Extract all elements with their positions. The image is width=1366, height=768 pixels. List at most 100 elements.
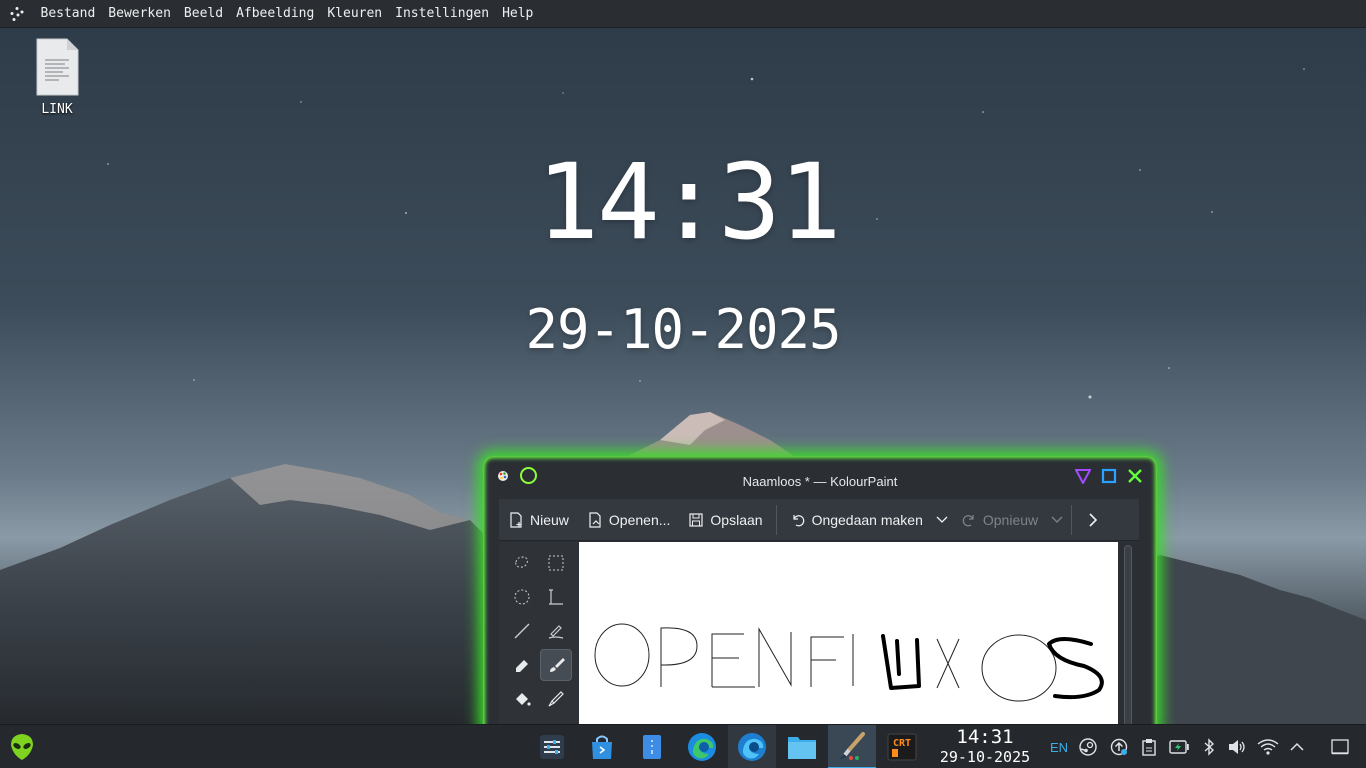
save-label: Opslaan <box>710 511 763 528</box>
lasso-icon <box>515 556 528 568</box>
menu-bestand[interactable]: Bestand <box>34 0 102 28</box>
brush-tool[interactable] <box>540 649 572 681</box>
canvas-drawing <box>594 623 1104 702</box>
desktop-icon-label: LINK <box>41 102 73 117</box>
taskbar-document-viewer[interactable] <box>628 725 676 768</box>
volume-tray-button[interactable] <box>1224 725 1250 768</box>
tool-box <box>499 542 579 733</box>
kolourpaint-window: Naamloos * — KolourPaint Nieuw Openen...… <box>490 463 1150 733</box>
menu-bewerken[interactable]: Bewerken <box>102 0 178 28</box>
clock-time: 14:31 <box>536 141 841 263</box>
expand-tray-button[interactable] <box>1284 725 1310 768</box>
clipboard-tray-button[interactable] <box>1136 725 1162 768</box>
steam-icon <box>1079 738 1097 756</box>
minimize-button[interactable] <box>1074 467 1091 484</box>
flood-fill-tool[interactable] <box>507 684 537 714</box>
menu-instellingen[interactable]: Instellingen <box>389 0 496 28</box>
redo-dropdown[interactable] <box>1047 499 1067 541</box>
save-icon <box>689 512 704 527</box>
network-tray-button[interactable] <box>1255 725 1281 768</box>
drawing-canvas[interactable] <box>579 542 1118 733</box>
elliptical-select-tool[interactable] <box>507 582 537 612</box>
save-button[interactable]: Opslaan <box>679 499 771 541</box>
text-document-icon <box>35 38 79 96</box>
svg-text:CRT: CRT <box>893 738 911 749</box>
keyboard-layout-indicator[interactable]: EN <box>1046 725 1072 768</box>
settings-sliders-icon <box>540 735 564 759</box>
text-cursor-icon <box>549 589 563 605</box>
redo-button[interactable]: Opnieuw <box>952 499 1047 541</box>
color-picker-tool[interactable] <box>541 684 571 714</box>
maximize-icon <box>1101 468 1116 483</box>
application-launcher-button[interactable] <box>0 725 44 768</box>
taskbar-edge-beta-browser[interactable] <box>728 725 776 768</box>
open-button[interactable]: Openen... <box>578 499 680 541</box>
battery-icon <box>1169 740 1189 754</box>
taskbar-crt-terminal[interactable]: CRT <box>878 725 926 768</box>
menu-help[interactable]: Help <box>496 0 540 28</box>
crt-terminal-icon: CRT <box>887 733 917 761</box>
show-desktop-icon <box>1331 739 1349 755</box>
chevron-right-icon <box>1089 512 1098 527</box>
taskbar-kolourpaint[interactable] <box>828 725 876 768</box>
menu-beeld[interactable]: Beeld <box>177 0 229 28</box>
line-tool[interactable] <box>507 616 537 646</box>
rect-select-icon <box>548 555 564 571</box>
minimize-icon <box>1074 468 1091 484</box>
taskbar-clock[interactable]: 14:31 29-10-2025 <box>932 726 1038 767</box>
pen-tool[interactable] <box>541 616 571 646</box>
taskbar-file-manager[interactable] <box>778 725 826 768</box>
close-button[interactable] <box>1126 467 1143 484</box>
keep-above-button[interactable] <box>520 467 537 484</box>
window-title: Naamloos * — KolourPaint <box>742 473 898 489</box>
chevron-down-icon <box>936 516 948 523</box>
kolourpaint-app-icon[interactable] <box>497 468 509 487</box>
toolbar-separator <box>1071 504 1073 535</box>
undo-label: Ongedaan maken <box>811 511 923 528</box>
canvas-vertical-scrollbar[interactable] <box>1124 545 1132 733</box>
close-icon <box>1127 468 1142 483</box>
menu-afbeelding[interactable]: Afbeelding <box>230 0 321 28</box>
taskbar-clock-time: 14:31 <box>956 726 1014 748</box>
eyedropper-icon <box>548 691 564 707</box>
app-launcher-icon[interactable] <box>0 0 34 28</box>
open-label: Openen... <box>608 511 671 528</box>
taskbar-discover-store[interactable] <box>578 725 626 768</box>
new-document-icon <box>510 511 522 528</box>
eraser-tool[interactable] <box>507 650 537 680</box>
desktop-icon-link[interactable]: LINK <box>30 38 84 117</box>
undo-button[interactable]: Ongedaan maken <box>781 499 932 541</box>
steam-tray-button[interactable] <box>1075 725 1101 768</box>
menu-kleuren[interactable]: Kleuren <box>321 0 389 28</box>
free-form-select-tool[interactable] <box>507 548 537 578</box>
wifi-icon <box>1257 739 1279 755</box>
undo-dropdown[interactable] <box>932 499 952 541</box>
update-tray-button[interactable] <box>1106 725 1132 768</box>
ellipse-select-icon <box>514 589 530 605</box>
desktop-clock-widget: 14:31 29-10-2025 <box>0 150 1366 361</box>
taskbar-system-settings[interactable] <box>528 725 576 768</box>
chevron-up-icon <box>1290 742 1304 751</box>
taskbar-edge-browser[interactable] <box>678 725 726 768</box>
folder-icon <box>788 737 816 759</box>
new-button[interactable]: Nieuw <box>499 499 578 541</box>
battery-tray-button[interactable] <box>1166 725 1192 768</box>
chevron-down-icon <box>1051 516 1063 523</box>
bluetooth-tray-button[interactable] <box>1196 725 1222 768</box>
redo-icon <box>962 514 974 526</box>
more-tools-button[interactable] <box>1076 499 1110 541</box>
shopping-bag-icon <box>592 735 612 759</box>
edge-beta-browser-icon <box>738 733 766 761</box>
update-icon <box>1110 738 1128 756</box>
paint-brush-icon <box>839 732 865 760</box>
redo-label: Opnieuw <box>982 511 1039 528</box>
bluetooth-icon <box>1204 738 1215 756</box>
line-icon <box>514 623 530 639</box>
rectangular-select-tool[interactable] <box>541 548 571 578</box>
open-document-icon <box>589 511 601 528</box>
maximize-button[interactable] <box>1100 467 1117 484</box>
show-desktop-button[interactable] <box>1327 725 1353 768</box>
pen-icon <box>548 625 564 639</box>
window-titlebar[interactable]: Naamloos * — KolourPaint <box>490 463 1150 491</box>
text-tool[interactable] <box>541 582 571 612</box>
